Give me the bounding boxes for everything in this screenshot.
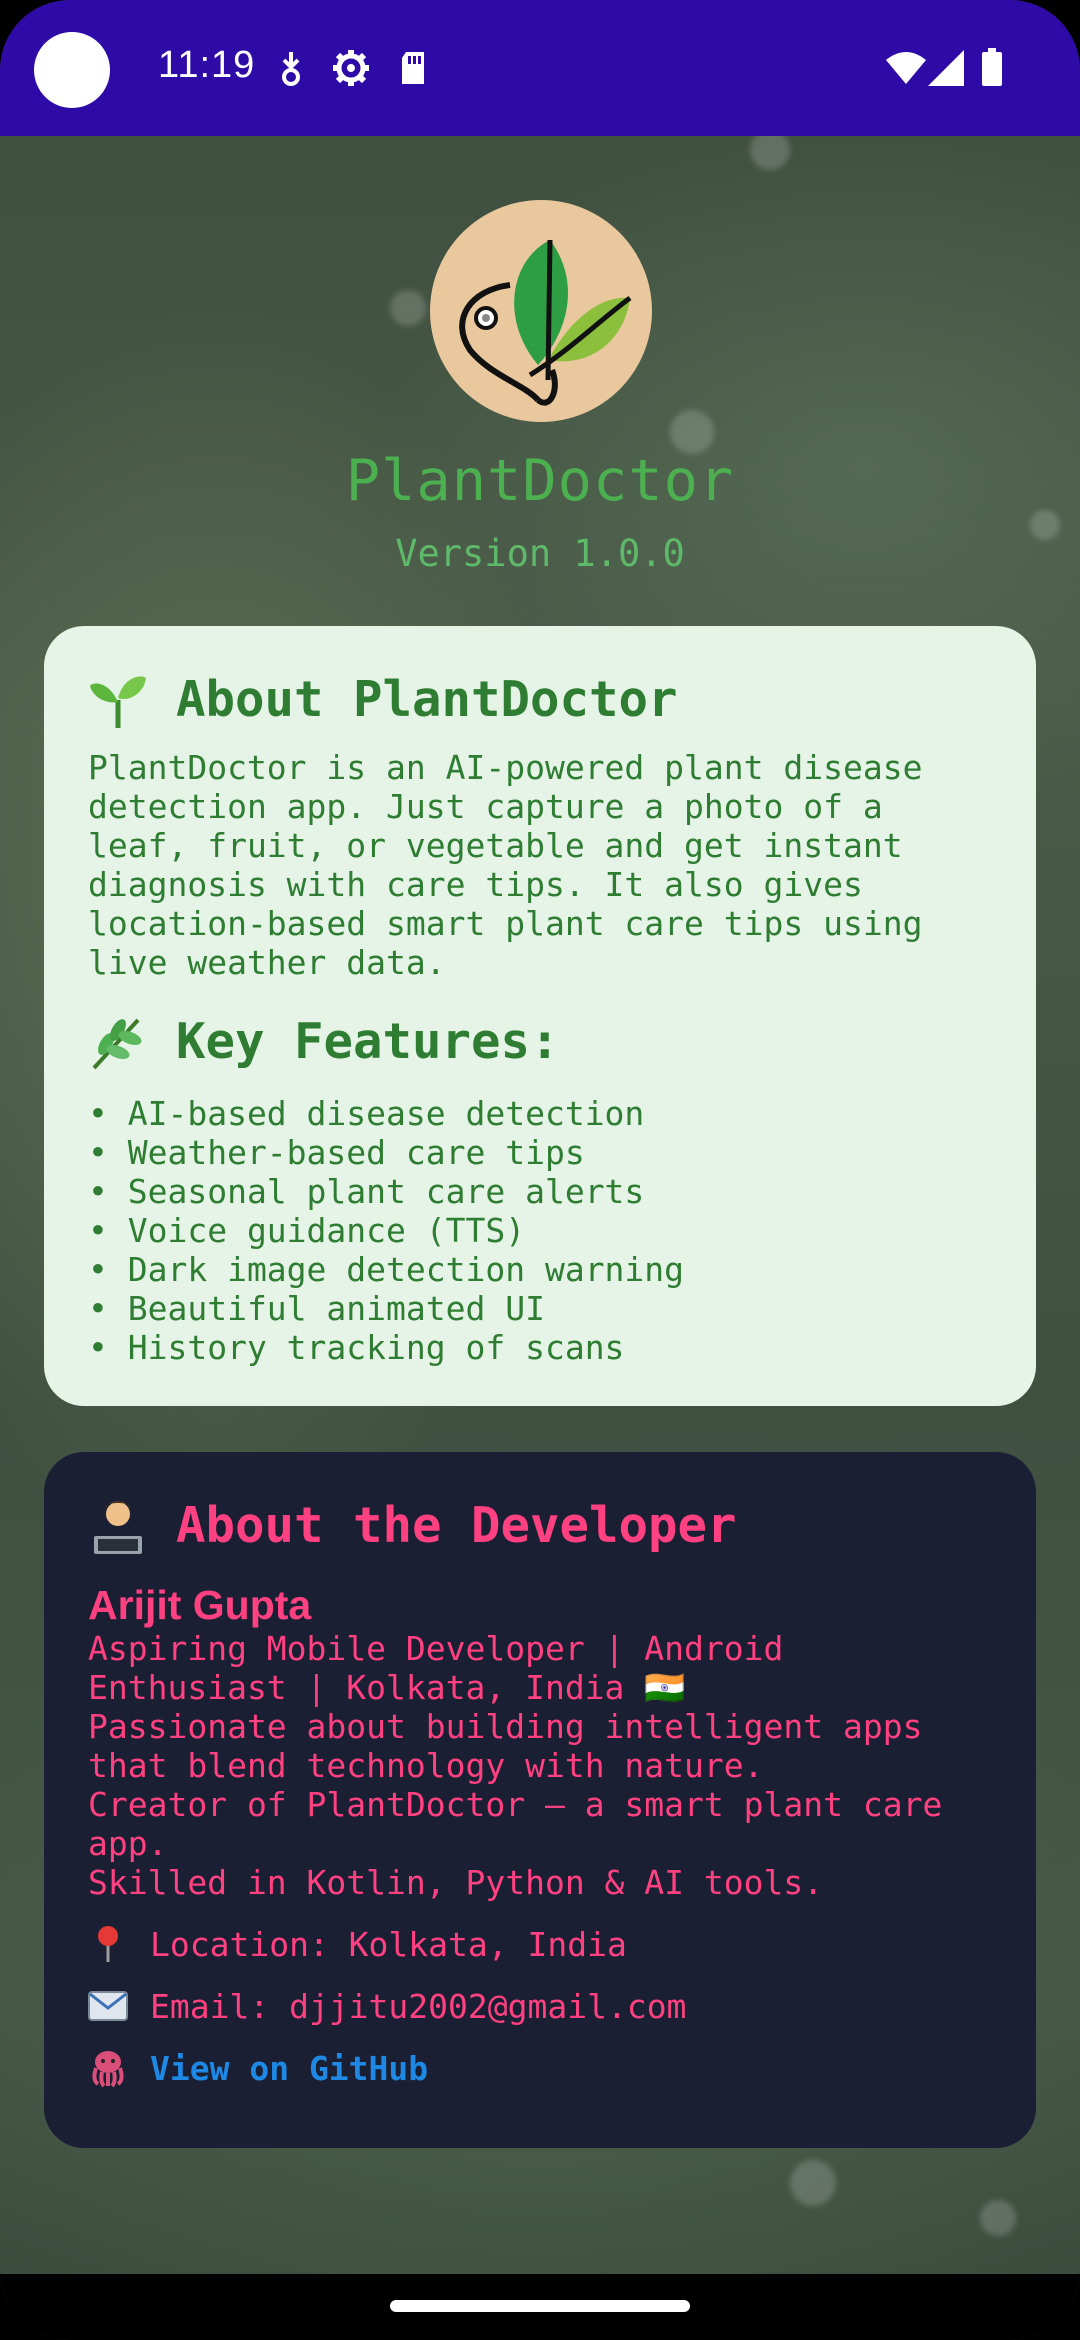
- features-heading-text: Key Features:: [176, 1013, 560, 1070]
- about-description: PlantDoctor is an AI-powered plant disea…: [88, 748, 923, 982]
- battery-icon: [982, 48, 1002, 86]
- github-row[interactable]: View on GitHub: [88, 2048, 992, 2088]
- feature-item: • Beautiful animated UI: [88, 1289, 545, 1328]
- background-bokeh: [750, 130, 790, 170]
- pin-icon: [88, 1924, 128, 1964]
- feature-item: • Seasonal plant care alerts: [88, 1172, 645, 1211]
- signal-icon: [928, 50, 964, 86]
- email-text[interactable]: Email: djjitu2002@gmail.com: [150, 1987, 686, 2026]
- wifi-icon: [886, 52, 926, 84]
- developer-heading: About the Developer: [88, 1496, 992, 1556]
- developer-name: Arijit Gupta: [88, 1582, 312, 1628]
- developer-bio-line: Passionate about building intelligent ap…: [88, 1707, 923, 1746]
- sd-card-icon: [402, 52, 424, 84]
- email-icon: [88, 1986, 128, 2026]
- developer-heading-text: About the Developer: [176, 1497, 737, 1554]
- feature-list: • AI-based disease detection • Weather-b…: [88, 1094, 992, 1367]
- developer-bio-line: Aspiring Mobile Developer | Android: [88, 1629, 784, 1668]
- developer-bio-line: Creator of PlantDoctor – a smart plant c…: [88, 1785, 943, 1824]
- home-gesture-handle[interactable]: [390, 2300, 690, 2312]
- feature-item: • Weather-based care tips: [88, 1133, 585, 1172]
- about-heading: About PlantDoctor: [88, 670, 992, 730]
- status-time: 11:19: [158, 44, 256, 86]
- developer-bio-line: that blend technology with nature.: [88, 1746, 764, 1785]
- location-row: Location: Kolkata, India: [88, 1924, 992, 1964]
- screen: 11:19 PlantDoctor Version 1.0.0 About Pl…: [0, 0, 1080, 2340]
- data-saver-icon: [282, 52, 300, 86]
- email-row[interactable]: Email: djjitu2002@gmail.com: [88, 1986, 992, 2026]
- features-heading: Key Features:: [88, 1012, 992, 1072]
- feature-item: • Dark image detection warning: [88, 1250, 685, 1289]
- developer-bio-line: Enthusiast | Kolkata, India 🇮🇳: [88, 1668, 686, 1707]
- developer-bio-line: app.: [88, 1824, 168, 1863]
- status-bar: 11:19: [0, 0, 1080, 136]
- footer-text: [0, 2220, 1080, 2242]
- feature-item: • AI-based disease detection: [88, 1094, 645, 1133]
- seedling-icon: [90, 676, 146, 728]
- github-link[interactable]: View on GitHub: [150, 2049, 428, 2088]
- background-bokeh: [390, 290, 426, 326]
- octopus-icon: [88, 2048, 128, 2088]
- app-title: PlantDoctor: [345, 448, 735, 514]
- feature-item: • Voice guidance (TTS): [88, 1211, 526, 1250]
- plant-stethoscope-icon: [459, 239, 632, 406]
- feature-item: • History tracking of scans: [88, 1328, 625, 1367]
- background-bokeh: [790, 2160, 836, 2206]
- herb-icon: [92, 1018, 142, 1070]
- developer-card: About the Developer Arijit Gupta Aspirin…: [44, 1452, 1036, 2148]
- location-text: Location: Kolkata, India: [150, 1924, 627, 1964]
- developer-bio-line: Skilled in Kotlin, Python & AI tools.: [88, 1863, 824, 1902]
- about-heading-text: About PlantDoctor: [176, 671, 678, 728]
- about-card: About PlantDoctor PlantDoctor is an AI-p…: [44, 626, 1036, 1406]
- app-logo: [430, 200, 652, 422]
- settings-icon: [333, 50, 369, 86]
- app-version: Version 1.0.0: [395, 532, 685, 575]
- camera-cutout: [34, 32, 110, 108]
- technologist-icon: [94, 1501, 142, 1554]
